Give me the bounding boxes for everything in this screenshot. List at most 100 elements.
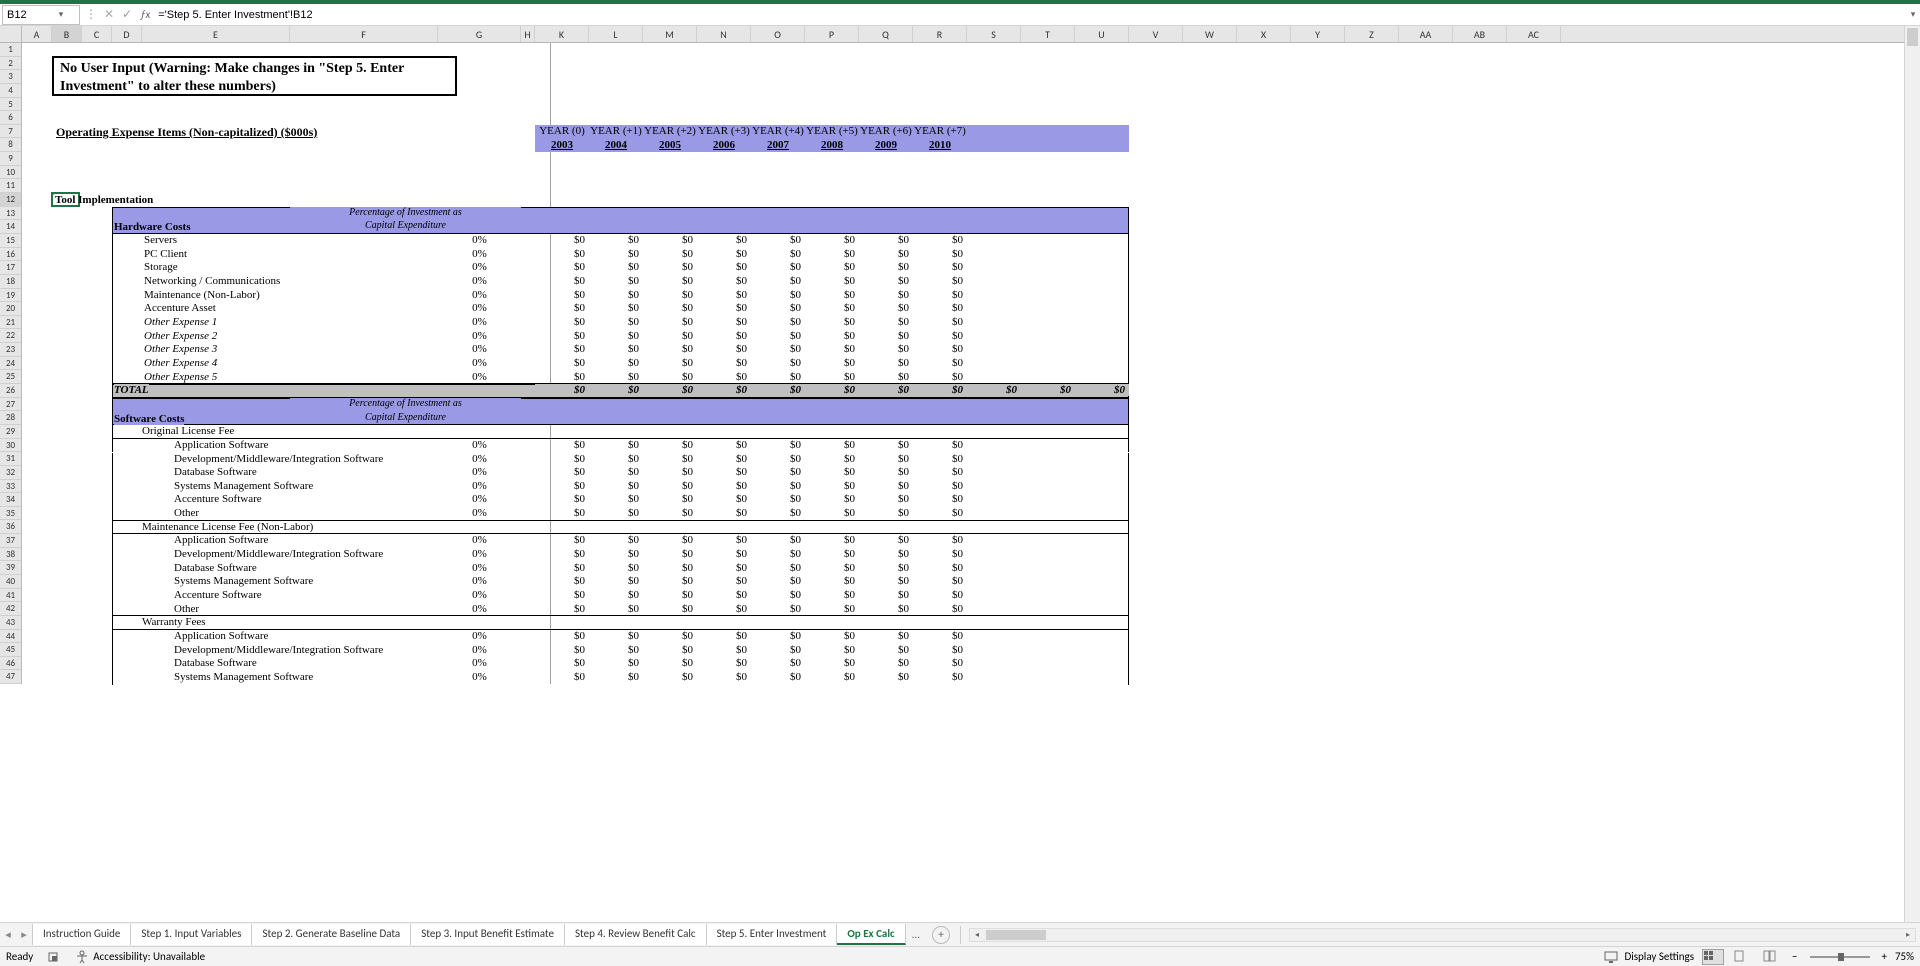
row-header-24[interactable]: 24 <box>0 357 22 371</box>
row-header-6[interactable]: 6 <box>0 111 22 125</box>
col-header-R[interactable]: R <box>913 26 967 42</box>
row-header-38[interactable]: 38 <box>0 548 22 562</box>
zoom-knob[interactable] <box>1838 953 1844 961</box>
row-header-32[interactable]: 32 <box>0 466 22 480</box>
zoom-in-button[interactable]: + <box>1882 950 1887 963</box>
row-header-17[interactable]: 17 <box>0 261 22 275</box>
col-header-AA[interactable]: AA <box>1399 26 1453 42</box>
zoom-out-button[interactable]: − <box>1792 950 1797 963</box>
row-header-9[interactable]: 9 <box>0 152 22 166</box>
col-header-K[interactable]: K <box>535 26 589 42</box>
row-header-36[interactable]: 36 <box>0 520 22 534</box>
sheet-tab[interactable]: Instruction Guide <box>32 924 131 945</box>
tab-nav-next-icon[interactable]: ▸ <box>16 928 32 941</box>
row-header-19[interactable]: 19 <box>0 289 22 303</box>
row-header-4[interactable]: 4 <box>0 84 22 98</box>
row-header-16[interactable]: 16 <box>0 248 22 262</box>
row-header-5[interactable]: 5 <box>0 98 22 112</box>
col-header-Y[interactable]: Y <box>1291 26 1345 42</box>
col-header-T[interactable]: T <box>1021 26 1075 42</box>
row-header-43[interactable]: 43 <box>0 616 22 630</box>
col-header-U[interactable]: U <box>1075 26 1129 42</box>
col-header-AB[interactable]: AB <box>1453 26 1507 42</box>
fx-icon[interactable]: ƒx <box>140 8 150 21</box>
select-all-corner[interactable] <box>0 26 22 42</box>
formula-expand-icon[interactable]: ▾ <box>1906 9 1920 20</box>
row-header-40[interactable]: 40 <box>0 575 22 589</box>
horizontal-scrollbar[interactable]: ◂ ▸ <box>969 928 1916 942</box>
col-header-B[interactable]: B <box>52 26 82 42</box>
row-header-25[interactable]: 25 <box>0 370 22 384</box>
row-header-47[interactable]: 47 <box>0 670 22 684</box>
row-header-27[interactable]: 27 <box>0 398 22 412</box>
formula-accept-icon[interactable]: ✓ <box>118 7 136 22</box>
row-header-41[interactable]: 41 <box>0 589 22 603</box>
col-header-Z[interactable]: Z <box>1345 26 1399 42</box>
col-header-X[interactable]: X <box>1237 26 1291 42</box>
add-sheet-button[interactable]: + <box>932 926 950 944</box>
col-header-D[interactable]: D <box>112 26 142 42</box>
hscroll-thumb[interactable] <box>986 930 1046 940</box>
row-header-11[interactable]: 11 <box>0 179 22 193</box>
row-header-46[interactable]: 46 <box>0 657 22 671</box>
col-header-M[interactable]: M <box>643 26 697 42</box>
row-header-37[interactable]: 37 <box>0 534 22 548</box>
hscroll-right-icon[interactable]: ▸ <box>1901 929 1915 941</box>
row-header-3[interactable]: 3 <box>0 70 22 84</box>
name-box[interactable]: ▾ <box>2 5 80 25</box>
sheet-tab[interactable]: Step 5. Enter Investment <box>707 924 838 945</box>
row-header-2[interactable]: 2 <box>0 57 22 71</box>
sheet-tab[interactable]: Step 2. Generate Baseline Data <box>252 924 411 945</box>
row-header-29[interactable]: 29 <box>0 425 22 439</box>
tabs-overflow[interactable]: ... <box>906 928 926 941</box>
display-settings-button[interactable]: Display Settings <box>1604 950 1694 964</box>
col-header-S[interactable]: S <box>967 26 1021 42</box>
macro-record-icon[interactable] <box>47 950 61 964</box>
col-header-W[interactable]: W <box>1183 26 1237 42</box>
row-header-31[interactable]: 31 <box>0 452 22 466</box>
sheet-tab[interactable]: Step 4. Review Benefit Calc <box>565 924 707 945</box>
view-page-layout-icon[interactable] <box>1732 949 1754 965</box>
row-header-34[interactable]: 34 <box>0 493 22 507</box>
col-header-C[interactable]: C <box>82 26 112 42</box>
row-header-15[interactable]: 15 <box>0 234 22 248</box>
tab-nav-prev-icon[interactable]: ◂ <box>0 928 16 941</box>
vscroll-thumb[interactable] <box>1907 28 1918 46</box>
sheet-tab[interactable]: Step 1. Input Variables <box>131 924 252 945</box>
col-header-O[interactable]: O <box>751 26 805 42</box>
zoom-level[interactable]: 75% <box>1895 950 1914 963</box>
row-header-14[interactable]: 14 <box>0 220 22 234</box>
row-header-20[interactable]: 20 <box>0 302 22 316</box>
row-header-39[interactable]: 39 <box>0 561 22 575</box>
col-header-F[interactable]: F <box>290 26 438 42</box>
row-header-21[interactable]: 21 <box>0 316 22 330</box>
col-header-H[interactable]: H <box>521 26 535 42</box>
row-header-22[interactable]: 22 <box>0 329 22 343</box>
view-normal-icon[interactable] <box>1702 949 1724 965</box>
view-page-break-icon[interactable] <box>1762 949 1784 965</box>
row-header-35[interactable]: 35 <box>0 507 22 521</box>
row-header-30[interactable]: 30 <box>0 439 22 453</box>
row-header-1[interactable]: 1 <box>0 43 22 57</box>
vertical-scrollbar[interactable] <box>1904 26 1920 922</box>
sheet-tab[interactable]: Op Ex Calc <box>837 924 905 945</box>
accessibility-status[interactable]: Accessibility: Unavailable <box>75 950 205 964</box>
row-header-33[interactable]: 33 <box>0 480 22 494</box>
row-header-28[interactable]: 28 <box>0 411 22 425</box>
row-header-7[interactable]: 7 <box>0 125 22 139</box>
col-header-L[interactable]: L <box>589 26 643 42</box>
row-header-12[interactable]: 12 <box>0 193 22 207</box>
row-header-13[interactable]: 13 <box>0 207 22 221</box>
col-header-G[interactable]: G <box>438 26 521 42</box>
row-header-18[interactable]: 18 <box>0 275 22 289</box>
name-box-input[interactable] <box>7 9 57 21</box>
col-header-P[interactable]: P <box>805 26 859 42</box>
cells-area[interactable]: No User Input (Warning: Make changes in … <box>22 43 1904 684</box>
row-header-26[interactable]: 26 <box>0 384 22 398</box>
formula-input[interactable] <box>154 9 1906 21</box>
col-header-Q[interactable]: Q <box>859 26 913 42</box>
col-header-AC[interactable]: AC <box>1507 26 1561 42</box>
row-header-10[interactable]: 10 <box>0 166 22 180</box>
formula-cancel-icon[interactable]: ✕ <box>100 7 118 22</box>
row-header-23[interactable]: 23 <box>0 343 22 357</box>
